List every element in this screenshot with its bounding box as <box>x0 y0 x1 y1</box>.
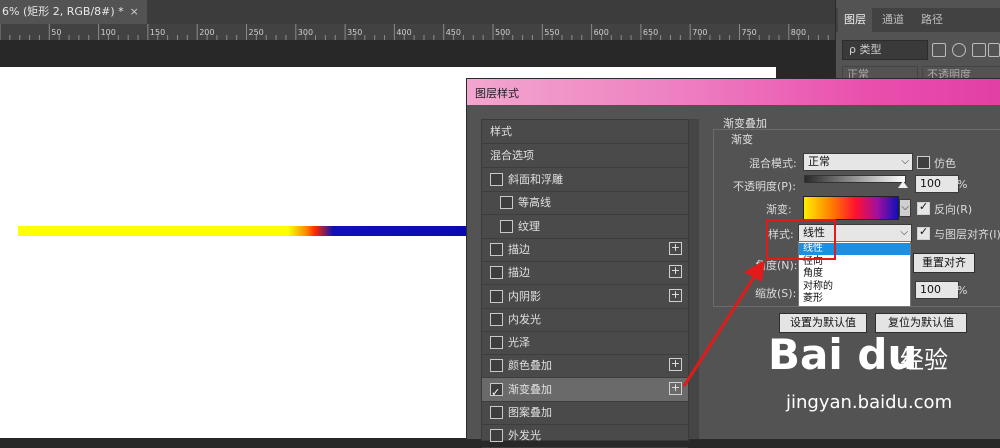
watermark-text: 经验 <box>900 346 948 374</box>
baidu-logo: Bai du <box>768 330 918 379</box>
baidu-watermark: Bai du 经验 jingyan.baidu.com <box>760 330 1000 430</box>
watermark-url: jingyan.baidu.com <box>786 392 953 413</box>
